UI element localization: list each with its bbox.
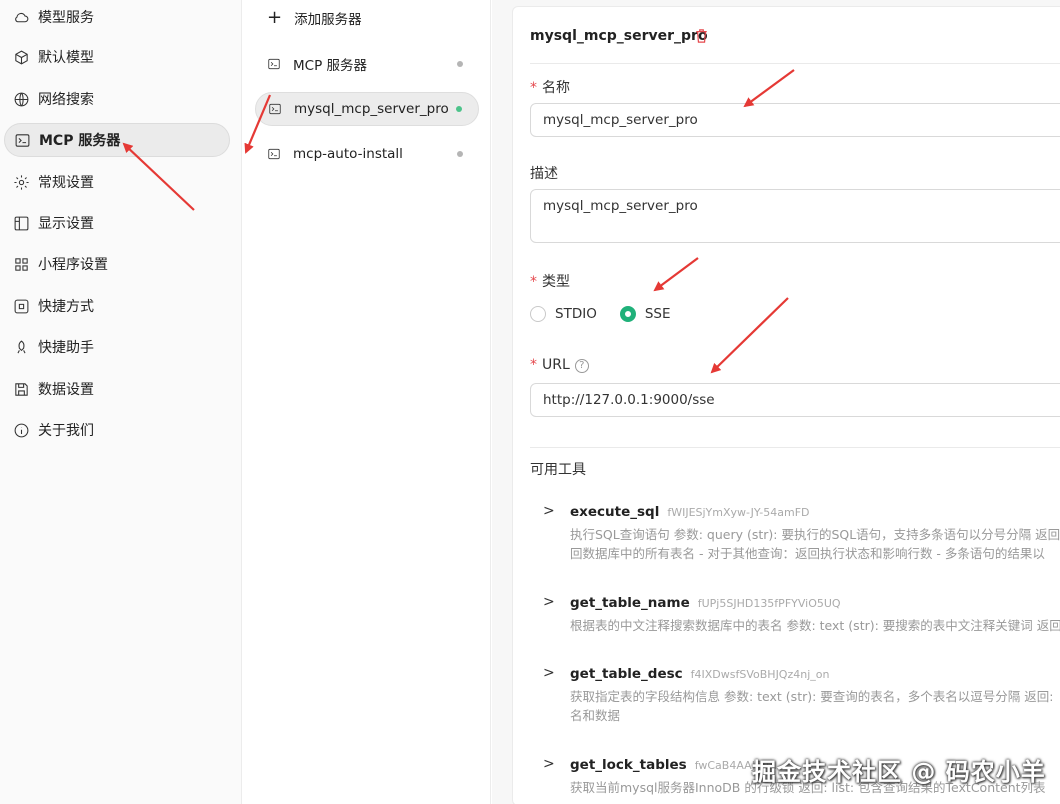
tool-description: 名和数据 xyxy=(570,708,621,723)
tool-description: 回数据库中的所有表名 - 对于其他查询：返回执行状态和影响行数 - 多条语句的结… xyxy=(570,546,1045,561)
tool-item[interactable]: > xyxy=(543,662,555,681)
desc-label: 描述 xyxy=(530,166,558,182)
tool-description: 根据表的中文注释搜索数据库中的表名 参数: text (str): 要搜索的表中… xyxy=(570,618,1060,633)
sidebar-item-label: 显示设置 xyxy=(38,216,94,232)
radio-stdio-label: STDIO xyxy=(555,306,597,322)
sidebar-item-web-search[interactable]: 网络搜索 xyxy=(4,82,230,116)
sidebar-item-default-model[interactable]: 默认模型 xyxy=(4,40,230,74)
server-item-auto-install[interactable]: mcp-auto-install xyxy=(255,137,479,171)
tool-id: fWIJESjYmXyw-JY-54amFD xyxy=(667,506,810,519)
server-item-label: MCP 服务器 xyxy=(293,58,368,74)
sidebar-item-quick-assistant[interactable]: 快捷助手 xyxy=(4,330,230,364)
add-server-button[interactable]: + 添加服务器 xyxy=(255,1,479,35)
divider xyxy=(530,63,1060,64)
radio-stdio[interactable] xyxy=(530,306,546,322)
sidebar-item-label: MCP 服务器 xyxy=(39,133,121,149)
sidebar-item-about[interactable]: 关于我们 xyxy=(4,413,230,447)
rocket-icon xyxy=(12,338,30,356)
radio-sse[interactable] xyxy=(619,306,636,322)
sidebar-item-model-service[interactable]: 模型服务 xyxy=(4,0,230,34)
tool-id: fUPj5SJHD135fPFYViO5UQ xyxy=(697,597,841,610)
sidebar-item-label: 常规设置 xyxy=(38,175,94,191)
sidebar-item-label: 数据设置 xyxy=(38,382,94,398)
tool-name: get_table_name xyxy=(570,595,690,611)
name-input[interactable]: mysql_mcp_server_pro xyxy=(530,103,1060,137)
url-label: * URL? xyxy=(530,357,589,373)
tool-header: get_lock_tables fwCaB4AAJE0A xyxy=(570,754,776,773)
status-dot xyxy=(456,106,462,112)
sidebar-item-mcp-servers[interactable]: MCP 服务器 xyxy=(4,123,230,157)
sidebar-item-label: 模型服务 xyxy=(38,10,94,26)
cube-icon xyxy=(12,48,30,66)
command-icon xyxy=(12,297,30,315)
radio-sse-label: SSE xyxy=(644,306,671,322)
tool-header: execute_sql fWIJESjYmXyw-JY-54amFD xyxy=(570,501,810,520)
settings-sidebar: 模型服务 默认模型 网络搜索 MCP 服务器 常规设置 显示设置 小程序设置 快… xyxy=(0,0,242,804)
tool-header: get_table_desc f4IXDwsfSVoBHJQz4nj_on xyxy=(570,663,829,682)
status-dot xyxy=(457,61,463,67)
chevron-right-icon[interactable]: > xyxy=(543,665,555,681)
terminal-icon xyxy=(268,102,282,116)
info-icon xyxy=(12,421,30,439)
help-icon[interactable]: ? xyxy=(574,359,589,373)
server-detail-pane: mysql_mcp_server_pro * 名称 mysql_mcp_serve… xyxy=(492,0,1060,804)
layout-icon xyxy=(12,214,30,232)
sidebar-item-label: 小程序设置 xyxy=(38,257,108,273)
desc-textarea[interactable]: mysql_mcp_server_pro xyxy=(530,189,1060,243)
tools-label: 可用工具 xyxy=(530,462,586,478)
sidebar-item-label: 关于我们 xyxy=(38,423,94,439)
sidebar-item-miniapp-settings[interactable]: 小程序设置 xyxy=(4,247,230,281)
divider xyxy=(530,447,1060,448)
grid-icon xyxy=(12,255,30,273)
url-input[interactable]: http://127.0.0.1:9000/sse xyxy=(530,383,1060,417)
server-detail-card: mysql_mcp_server_pro * 名称 mysql_mcp_serve… xyxy=(512,6,1060,804)
terminal-icon xyxy=(13,131,31,149)
type-label: * 类型 xyxy=(530,274,570,290)
tool-description: 执行SQL查询语句 参数: query (str): 要执行的SQL语句，支持多… xyxy=(570,527,1060,542)
add-server-label: 添加服务器 xyxy=(294,12,362,28)
chevron-right-icon[interactable]: > xyxy=(543,503,555,519)
cloud-icon xyxy=(12,8,30,26)
tool-name: execute_sql xyxy=(570,504,660,520)
gear-icon xyxy=(12,173,30,191)
tool-header: get_table_name fUPj5SJHD135fPFYViO5UQ xyxy=(570,592,841,611)
terminal-icon xyxy=(267,57,281,71)
sidebar-item-shortcuts[interactable]: 快捷方式 xyxy=(4,289,230,323)
sidebar-item-label: 快捷助手 xyxy=(38,340,94,356)
save-icon xyxy=(12,380,30,398)
tool-item[interactable]: > xyxy=(543,591,555,610)
globe-icon xyxy=(12,90,30,108)
tool-description: 获取指定表的字段结构信息 参数: text (str): 要查询的表名，多个表名… xyxy=(570,689,1054,704)
plus-icon: + xyxy=(267,7,283,28)
chevron-right-icon[interactable]: > xyxy=(543,756,555,772)
sidebar-item-data-settings[interactable]: 数据设置 xyxy=(4,372,230,406)
sidebar-item-display-settings[interactable]: 显示设置 xyxy=(4,206,230,240)
tool-item[interactable]: > xyxy=(543,500,555,519)
sidebar-item-label: 默认模型 xyxy=(38,50,94,66)
sidebar-item-label: 快捷方式 xyxy=(38,299,94,315)
type-radio-group: STDIO SSE xyxy=(530,306,671,322)
name-label: * 名称 xyxy=(530,80,570,96)
server-item-mcp[interactable]: MCP 服务器 xyxy=(255,47,479,81)
server-item-label: mysql_mcp_server_pro xyxy=(294,101,449,117)
tool-name: get_lock_tables xyxy=(570,757,687,773)
watermark: 掘金技术社区 @ 码农小羊 xyxy=(752,758,1046,786)
sidebar-item-label: 网络搜索 xyxy=(38,92,94,108)
trash-icon[interactable] xyxy=(695,29,708,43)
sidebar-item-general-settings[interactable]: 常规设置 xyxy=(4,165,230,199)
server-title: mysql_mcp_server_pro xyxy=(530,28,708,44)
server-item-label: mcp-auto-install xyxy=(293,146,403,162)
chevron-right-icon[interactable]: > xyxy=(543,594,555,610)
terminal-icon xyxy=(267,147,281,161)
server-list: + 添加服务器 MCP 服务器 mysql_mcp_server_pro mcp… xyxy=(243,0,491,804)
tool-name: get_table_desc xyxy=(570,666,683,682)
tool-id: f4IXDwsfSVoBHJQz4nj_on xyxy=(690,668,830,681)
status-dot xyxy=(457,151,463,157)
server-item-mysql[interactable]: mysql_mcp_server_pro xyxy=(255,92,479,126)
app-window: 模型服务 默认模型 网络搜索 MCP 服务器 常规设置 显示设置 小程序设置 快… xyxy=(0,0,1060,804)
tool-item[interactable]: > xyxy=(543,753,555,772)
